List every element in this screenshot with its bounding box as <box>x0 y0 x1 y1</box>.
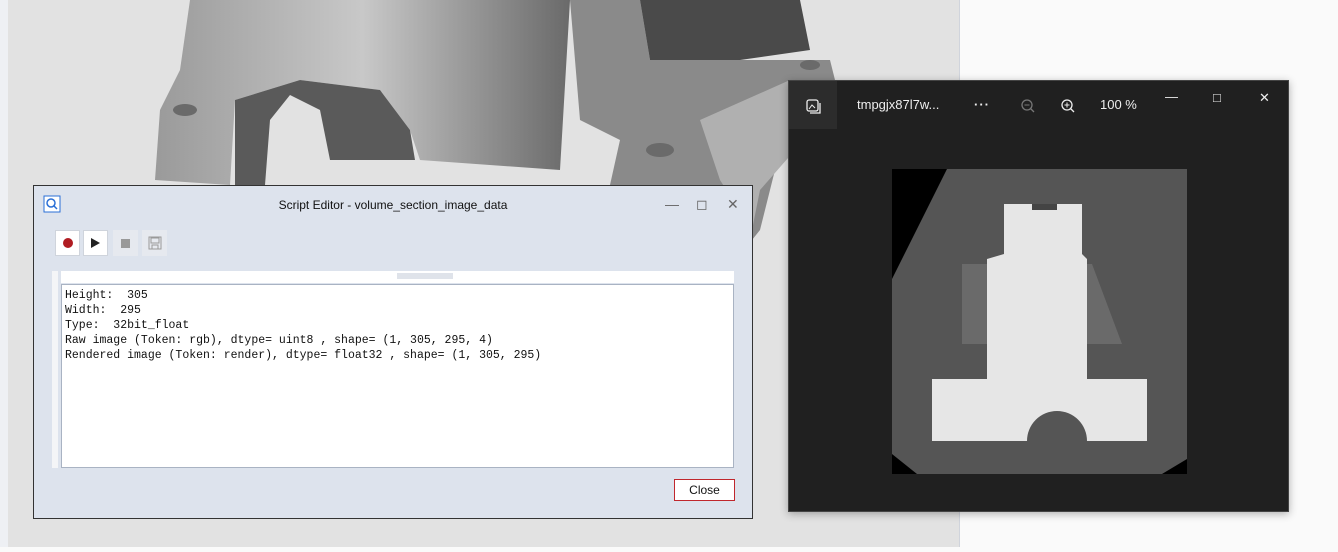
script-editor-window: Script Editor - volume_section_image_dat… <box>33 185 753 519</box>
ct-slice-image <box>892 169 1187 474</box>
output-line: Height: 305 <box>65 289 148 302</box>
zoom-level: 100 % <box>1100 97 1137 112</box>
viewport-edge <box>0 0 8 547</box>
minimize-button[interactable]: — <box>1165 73 1178 121</box>
record-icon <box>62 238 73 248</box>
close-button[interactable]: Close <box>674 479 735 501</box>
close-window-button[interactable]: ✕ <box>727 196 739 213</box>
splitter[interactable] <box>61 271 734 283</box>
maximize-button[interactable]: ◻ <box>696 196 708 213</box>
zoom-in-icon <box>1061 98 1075 113</box>
maximize-button[interactable]: □ <box>1213 74 1221 122</box>
file-name: tmpgjx87l7w... <box>857 97 940 112</box>
play-icon <box>91 238 100 248</box>
output-line: Raw image (Token: rgb), dtype= uint8 , s… <box>65 334 493 347</box>
output-console[interactable]: Height: 305 Width: 295 Type: 32bit_float Ra… <box>61 284 734 468</box>
run-button[interactable] <box>83 230 108 256</box>
zoom-in-button[interactable] <box>1060 81 1076 129</box>
close-window-button[interactable]: ✕ <box>1259 74 1270 122</box>
save-button[interactable] <box>142 230 167 256</box>
minimize-button[interactable]: — <box>665 196 679 212</box>
output-line: Width: 295 <box>65 304 141 317</box>
photo-viewer-window: tmpgjx87l7w... ··· 100 % — □ ✕ <box>788 80 1289 512</box>
editor-gutter <box>52 271 58 468</box>
splitter-grip[interactable] <box>397 273 453 279</box>
output-line: Type: 32bit_float <box>65 319 190 332</box>
output-line: Rendered image (Token: render), dtype= f… <box>65 349 542 362</box>
save-icon <box>148 236 161 250</box>
more-options-button[interactable]: ··· <box>974 81 990 129</box>
image-icon[interactable] <box>789 81 837 129</box>
stop-button[interactable] <box>113 230 138 256</box>
stop-icon <box>121 238 130 248</box>
record-button[interactable] <box>55 230 80 256</box>
zoom-out-button[interactable] <box>1020 81 1036 129</box>
window-title: Script Editor - volume_section_image_dat… <box>278 198 508 212</box>
zoom-out-icon <box>1021 98 1035 113</box>
